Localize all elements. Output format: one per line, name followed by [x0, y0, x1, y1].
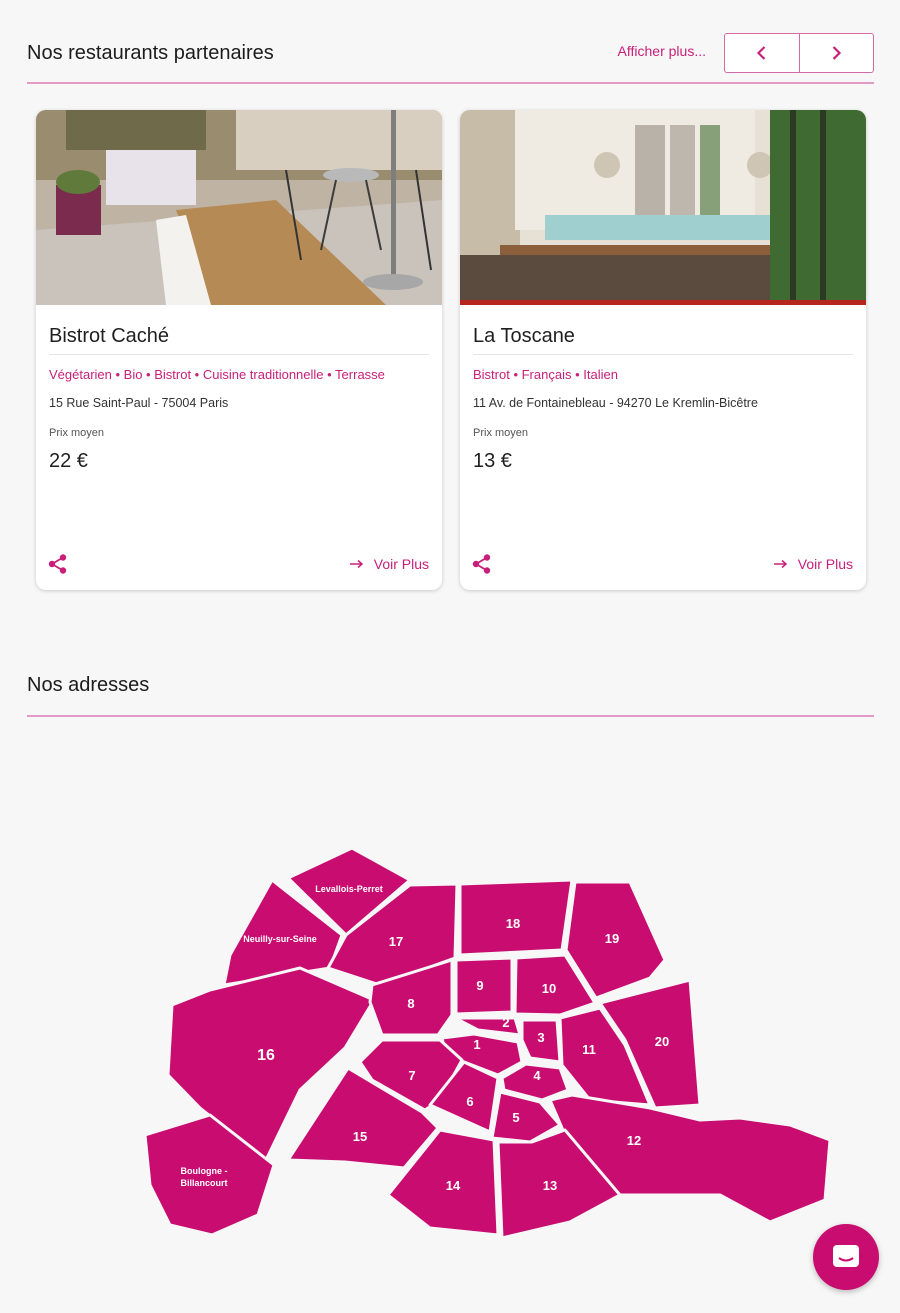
share-icon[interactable] — [47, 553, 69, 575]
partners-title: Nos restaurants partenaires — [27, 42, 274, 64]
restaurant-address: 11 Av. de Fontainebleau - 94270 Le Kreml… — [473, 396, 758, 410]
restaurant-photo — [460, 110, 866, 305]
district-9[interactable] — [454, 956, 514, 1016]
restaurant-photo — [36, 110, 442, 305]
price-label: Prix moyen — [473, 427, 529, 439]
restaurant-tags: Végétarien • Bio • Bistrot • Cuisine tra… — [49, 367, 385, 382]
voir-plus-label: Voir Plus — [373, 556, 429, 572]
partners-divider — [27, 82, 874, 84]
price-label: Prix moyen — [49, 427, 105, 439]
partners-header: Nos restaurants partenaires Afficher plu… — [27, 33, 874, 88]
next-button[interactable] — [798, 34, 874, 72]
addresses-header: Nos adresses — [27, 670, 874, 720]
district-3[interactable] — [520, 1018, 562, 1064]
card-divider — [49, 354, 429, 355]
chat-button[interactable] — [813, 1224, 879, 1290]
prev-button[interactable] — [725, 34, 799, 72]
addresses-title: Nos adresses — [27, 674, 150, 696]
restaurant-card[interactable]: La Toscane Bistrot • Français • Italien … — [460, 110, 866, 590]
district-18[interactable] — [458, 878, 574, 957]
restaurant-card[interactable]: Bistrot Caché Végétarien • Bio • Bistrot… — [36, 110, 442, 590]
carousel-nav — [724, 33, 874, 73]
price-value: 13 € — [473, 450, 512, 472]
chevron-left-icon — [756, 46, 766, 60]
voir-plus-label: Voir Plus — [797, 556, 853, 572]
chevron-right-icon — [832, 46, 842, 60]
chat-icon — [833, 1245, 859, 1267]
show-more-link[interactable]: Afficher plus... — [618, 43, 706, 59]
arrow-right-icon — [349, 559, 363, 569]
addresses-divider — [27, 715, 874, 717]
restaurant-tags: Bistrot • Français • Italien — [473, 367, 618, 382]
card-divider — [473, 354, 853, 355]
district-2[interactable] — [453, 1016, 522, 1037]
price-value: 22 € — [49, 450, 88, 472]
restaurant-name[interactable]: La Toscane — [473, 325, 575, 348]
paris-map: Levallois-Perret Neuilly-sur-Seine 17 18… — [130, 840, 840, 1240]
voir-plus-button[interactable]: Voir Plus — [349, 556, 429, 572]
voir-plus-button[interactable]: Voir Plus — [773, 556, 853, 572]
restaurant-address: 15 Rue Saint-Paul - 75004 Paris — [49, 396, 229, 410]
arrow-right-icon — [773, 559, 787, 569]
restaurant-name[interactable]: Bistrot Caché — [49, 325, 169, 348]
paris-map-svg: Levallois-Perret Neuilly-sur-Seine 17 18… — [143, 846, 832, 1240]
share-icon[interactable] — [471, 553, 493, 575]
